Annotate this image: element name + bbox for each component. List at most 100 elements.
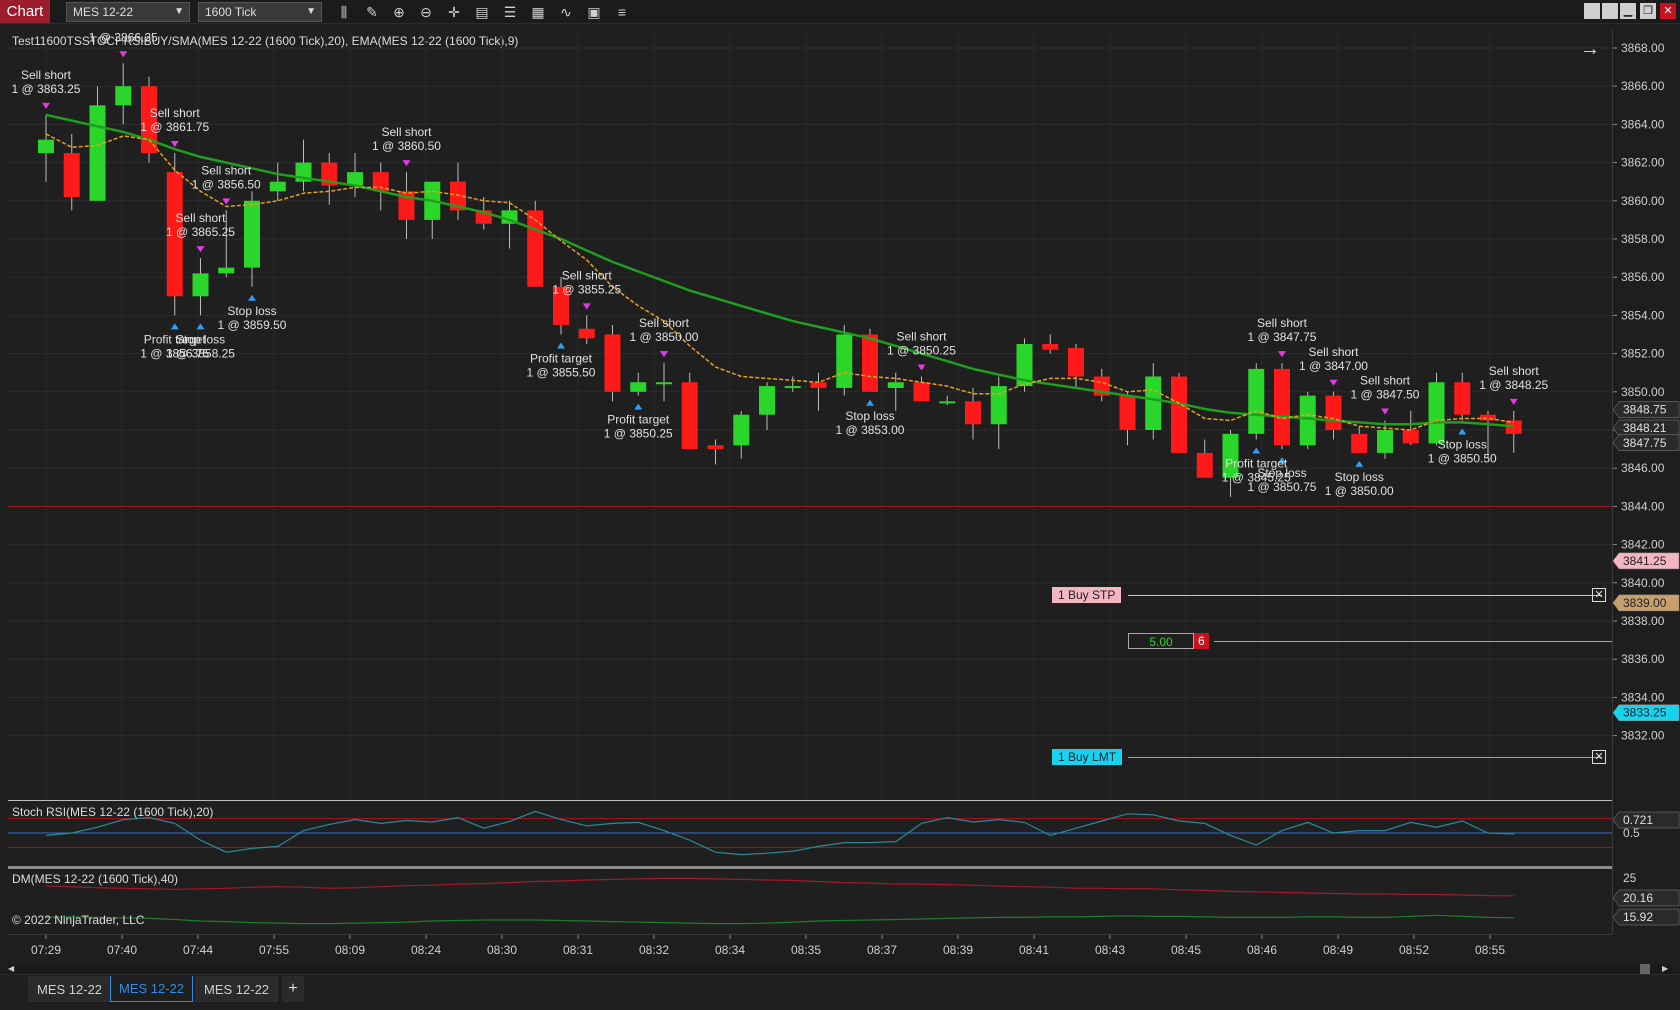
candle-body <box>887 382 904 388</box>
trade-price: 1 @ 3859.50 <box>218 318 287 332</box>
sell-arrow-icon <box>222 198 231 205</box>
candle-body <box>1042 344 1059 350</box>
candle-body <box>269 181 286 192</box>
price-tick-label: 3844.00 <box>1621 499 1665 513</box>
price-tick-label: 3840.00 <box>1621 576 1665 590</box>
dm-panel[interactable]: DM(MES 12-22 (1600 Tick),40) © 2022 Ninj… <box>8 866 1612 934</box>
position-line <box>1214 641 1618 642</box>
trade-price: 1 @ 3850.00 <box>630 330 699 344</box>
trade-price: 1 @ 3850.25 <box>887 344 956 358</box>
position-count[interactable]: 6 <box>1194 633 1209 649</box>
position-quantity[interactable]: 5.00 <box>1128 633 1194 649</box>
chart-window-tab[interactable]: Chart <box>0 0 50 23</box>
candle-body <box>707 445 724 450</box>
trade-label: Sell short <box>1308 345 1359 359</box>
chevron-down-icon: ▼ <box>306 6 316 17</box>
position-price-tag: 3839.00 <box>1623 596 1667 610</box>
trade-price: 1 @ 3845.25 <box>1222 471 1291 485</box>
dm-minus-tag: 15.92 <box>1623 910 1653 924</box>
trade-price: 1 @ 3855.50 <box>527 366 596 380</box>
time-tick-label: 07:40 <box>107 943 137 957</box>
time-axis-svg: 07:29 07:40 07:44 07:55 08:09 08:24 08:30 08:31… <box>31 935 1505 957</box>
dm-plus-line <box>45 877 1514 897</box>
time-axis[interactable]: 07:29 07:40 07:44 07:55 08:09 08:24 08:30 08:31… <box>8 934 1612 964</box>
trade-label: Stop loss <box>845 409 894 423</box>
time-tick-label: 07:29 <box>31 943 61 957</box>
candle-body <box>1196 452 1213 478</box>
sell-arrow-icon <box>402 160 411 167</box>
horizontal-scrollbar[interactable]: ◀ ▶ <box>8 964 1672 974</box>
chart-toolbar: Chart MES 12-22 ▼ 1600 Tick ▼ ⫼ ✎ ⊕ ⊖ ✛ … <box>0 0 1680 24</box>
candle-body <box>862 334 878 392</box>
trade-price: 1 @ 3853.00 <box>836 423 905 437</box>
zoom-out-icon[interactable]: ⊖ <box>416 2 436 22</box>
buy-limit-order-line[interactable] <box>1128 757 1602 758</box>
buy-stop-order-label[interactable]: 1 Buy STP <box>1052 587 1122 603</box>
candle-body <box>115 86 132 106</box>
dm-plus-tag: 20.16 <box>1623 891 1653 905</box>
tab-mes-2[interactable]: MES 12-22 <box>110 976 194 1002</box>
candle-body <box>836 334 853 388</box>
minimize-icon[interactable] <box>1584 3 1600 19</box>
price-tick-label: 3856.00 <box>1621 270 1665 284</box>
trade-price: 1 @ 3847.00 <box>1299 359 1368 373</box>
candle-body <box>1299 395 1316 446</box>
scroll-thumb[interactable] <box>1640 964 1650 974</box>
stoch-rsi-title: Stoch RSI(MES 12-22 (1600 Tick),20) <box>12 805 214 819</box>
dm-svg <box>45 877 1514 925</box>
trade-price: 1 @ 3855.25 <box>552 282 621 296</box>
crosshair-icon[interactable]: ✛ <box>444 2 464 22</box>
stoch-value-tag: 0.721 <box>1623 813 1653 827</box>
price-tick-label: 3864.00 <box>1621 117 1665 131</box>
scroll-left-icon[interactable]: ◀ <box>8 964 18 974</box>
scroll-right-icon[interactable]: ▶ <box>1662 964 1672 974</box>
trade-price: 1 @ 3866.25 <box>89 30 158 44</box>
time-tick-label: 08:09 <box>335 943 365 957</box>
cancel-stop-order-icon[interactable]: ✕ <box>1592 588 1606 602</box>
candle-body <box>759 386 775 415</box>
close-icon[interactable]: ✕ <box>1660 3 1676 19</box>
draw-tool-icon[interactable]: ✎ <box>362 2 382 22</box>
price-panel[interactable]: Test11600TSSTOCHRSIBUY/SMA(MES 12-22 (16… <box>8 30 1618 800</box>
tab-mes-1[interactable]: MES 12-22 <box>28 976 112 1002</box>
trade-label: Profit target <box>1225 457 1288 471</box>
tab-mes-3[interactable]: MES 12-22 <box>195 976 279 1002</box>
instrument-selector[interactable]: MES 12-22 ▼ <box>66 2 190 22</box>
maximize-icon[interactable]: ❐ <box>1640 3 1656 19</box>
candle-body <box>1480 414 1496 421</box>
indicators-icon[interactable]: ∿ <box>556 2 576 22</box>
sell-arrow-icon <box>42 102 50 109</box>
price-axis[interactable]: 3868.00 3866.00 3864.00 3862.00 3860.00 3858.… <box>1612 30 1680 934</box>
buy-stop-order-line[interactable] <box>1128 595 1602 596</box>
sell-arrow-icon <box>1381 408 1389 415</box>
dm-minus-line <box>45 914 1514 925</box>
strategies-icon[interactable]: ▦ <box>528 2 548 22</box>
candle-body <box>681 382 698 450</box>
trade-label: Stop loss <box>176 332 225 346</box>
candle-body <box>1351 433 1368 453</box>
interval-selector[interactable]: 1600 Tick ▼ <box>198 2 322 22</box>
stoch-rsi-panel[interactable]: Stoch RSI(MES 12-22 (1600 Tick),20) <box>8 800 1612 864</box>
ema-price-tag: 3847.75 <box>1623 436 1667 450</box>
candle-body <box>965 401 981 425</box>
trade-price: 1 @ 3848.25 <box>1479 378 1548 392</box>
zoom-in-icon[interactable]: ⊕ <box>389 2 409 22</box>
minimize-window-icon[interactable]: ▁ <box>1620 3 1636 19</box>
buy-limit-order-label[interactable]: 1 Buy LMT <box>1052 749 1123 765</box>
time-tick-label: 08:24 <box>411 943 441 957</box>
candle-body <box>656 382 672 385</box>
candle-body <box>218 267 235 274</box>
properties-icon[interactable]: ☰ <box>500 2 520 22</box>
add-tab-button[interactable]: + <box>282 976 304 1002</box>
candle-body <box>810 382 827 388</box>
list-icon[interactable]: ≡ <box>612 2 632 22</box>
restore-icon[interactable] <box>1602 3 1618 19</box>
trade-label: Sell short <box>562 268 613 282</box>
data-box-icon[interactable]: ▤ <box>472 2 492 22</box>
sell-arrow-icon <box>1509 398 1518 405</box>
cancel-limit-order-icon[interactable]: ✕ <box>1592 750 1606 764</box>
trade-label: Stop loss <box>227 304 276 318</box>
bar-type-icon[interactable]: ⫼ <box>334 2 354 22</box>
templates-icon[interactable]: ▣ <box>584 2 604 22</box>
price-tick-label: 3832.00 <box>1621 729 1665 743</box>
